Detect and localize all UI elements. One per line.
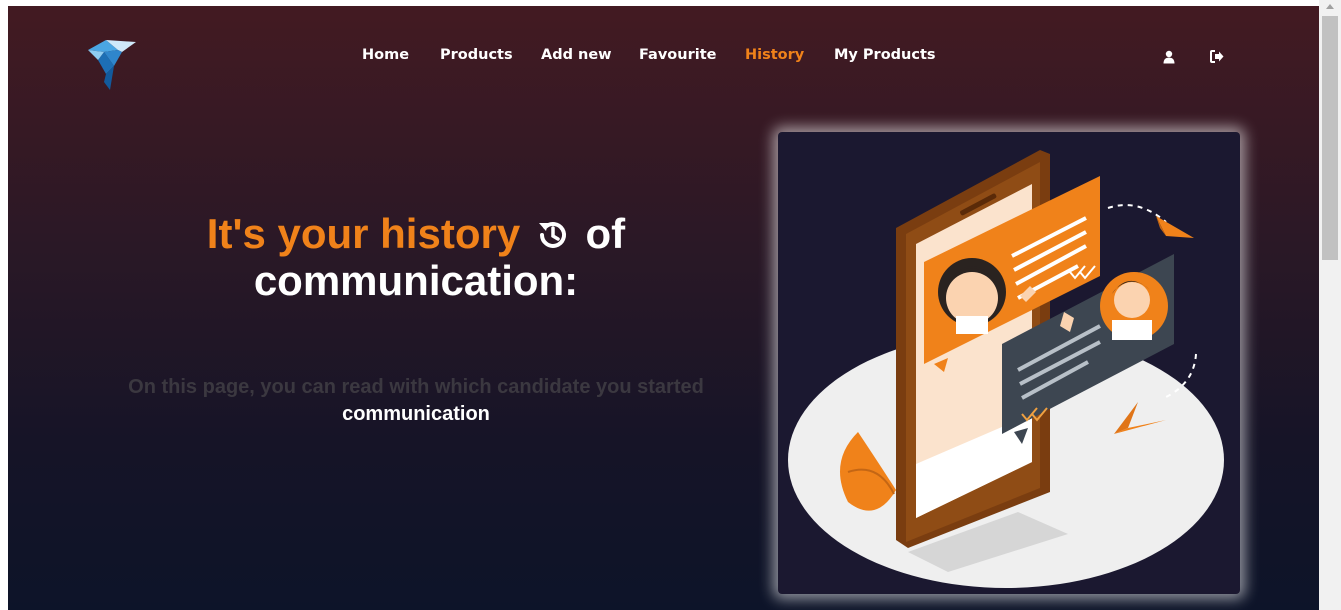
page-subtitle: On this page, you can read with which ca… bbox=[90, 374, 742, 428]
title-of: of bbox=[585, 210, 626, 257]
history-icon bbox=[538, 221, 566, 248]
subtitle-highlight: communication bbox=[342, 403, 490, 425]
scroll-up-arrow-icon[interactable] bbox=[1326, 4, 1334, 9]
title-accent: It's your history bbox=[206, 210, 521, 257]
nav-products[interactable]: Products bbox=[440, 47, 513, 63]
page-title: It's your history of communication: bbox=[100, 210, 732, 304]
nav-favourite[interactable]: Favourite bbox=[639, 47, 716, 63]
nav-add-new[interactable]: Add new bbox=[541, 47, 612, 63]
page-root: Home Products Add new Favourite History … bbox=[8, 6, 1319, 610]
illustration-card bbox=[778, 132, 1240, 594]
logout-icon[interactable] bbox=[1210, 50, 1224, 63]
user-icon[interactable] bbox=[1163, 50, 1175, 64]
subtitle-muted: On this page, you can read with which ca… bbox=[128, 376, 704, 398]
page-scrollbar[interactable] bbox=[1319, 0, 1341, 610]
nav-history[interactable]: History bbox=[745, 47, 804, 63]
nav-home[interactable]: Home bbox=[362, 47, 409, 63]
title-line2: communication: bbox=[253, 257, 579, 304]
nav-my-products[interactable]: My Products bbox=[834, 47, 936, 63]
main-nav: Home Products Add new Favourite History … bbox=[8, 47, 1319, 67]
phone-chat-illustration bbox=[788, 150, 1224, 588]
scrollbar-thumb[interactable] bbox=[1322, 16, 1338, 260]
